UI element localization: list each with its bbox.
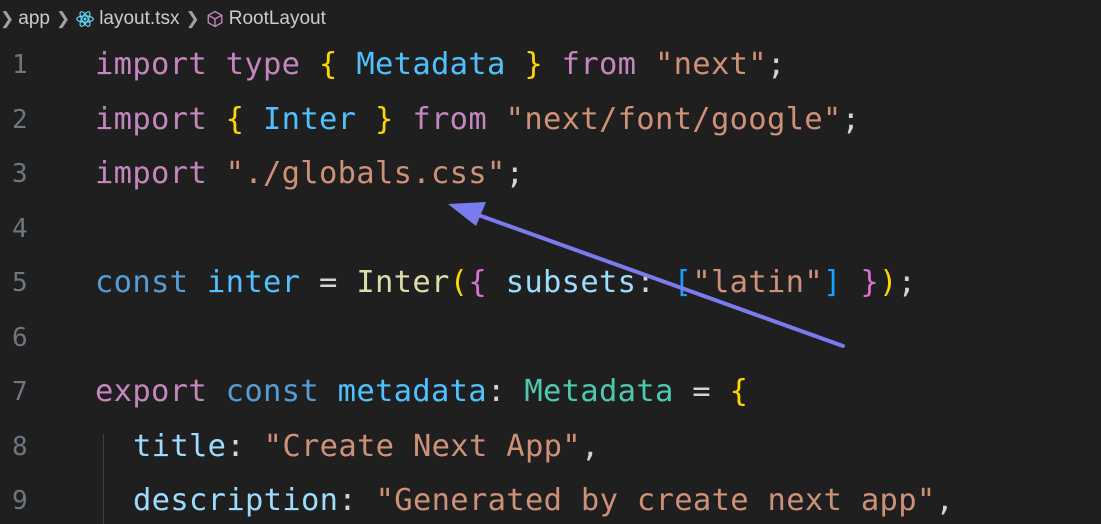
- token-paren: (: [449, 265, 469, 300]
- code-line[interactable]: 1 import type { Metadata } from "next";: [0, 38, 1101, 93]
- code-line[interactable]: 5 const inter = Inter({ subsets: ["latin…: [0, 256, 1101, 311]
- code-line[interactable]: 7 export const metadata: Metadata = {: [0, 365, 1101, 420]
- token-storage: const: [95, 265, 189, 300]
- token-storage: const: [225, 374, 319, 409]
- line-number: 3: [12, 159, 28, 189]
- token-punctuation: :: [486, 374, 506, 409]
- token-type: Metadata: [524, 374, 674, 409]
- token-string: "next/font/google": [505, 101, 842, 137]
- token-property: subsets: [505, 265, 637, 300]
- breadcrumb: ❯ app ❯ layout.tsx ❯ RootLayout: [0, 0, 1101, 38]
- breadcrumb-item-symbol[interactable]: RootLayout: [206, 8, 326, 30]
- line-number: 9: [12, 486, 28, 516]
- token-keyword: import: [95, 156, 207, 191]
- token-function: Inter: [356, 265, 450, 300]
- token-property: title: [133, 428, 227, 464]
- token-punctuation: ;: [897, 265, 917, 300]
- token-bracket: ]: [822, 265, 842, 300]
- chevron-right-icon: ❯: [185, 9, 200, 28]
- breadcrumb-item-app[interactable]: app: [18, 8, 50, 30]
- token-brace: {: [729, 374, 749, 409]
- token-punctuation: ;: [841, 101, 861, 137]
- token-brace: {: [318, 47, 338, 82]
- token-property: description: [133, 483, 339, 518]
- token-punctuation: ;: [766, 47, 786, 82]
- line-number: 4: [12, 213, 28, 244]
- token-punctuation: :: [338, 483, 357, 518]
- token-brace: }: [860, 265, 879, 300]
- indent-guide: [103, 434, 104, 524]
- symbol-method-icon: [206, 10, 224, 28]
- code-line[interactable]: 6: [0, 311, 1101, 366]
- breadcrumb-label: layout.tsx: [99, 8, 180, 29]
- line-number: 5: [12, 268, 28, 298]
- token-paren: ): [879, 265, 898, 300]
- token-identifier: metadata: [337, 374, 487, 409]
- token-string: "Create Next App": [263, 428, 581, 464]
- token-string: "latin": [692, 265, 823, 300]
- line-number: 1: [12, 50, 28, 80]
- token-brace: }: [524, 47, 543, 82]
- breadcrumb-label: app: [18, 8, 50, 29]
- token-string: "./globals.css": [225, 156, 506, 191]
- token-brace: }: [375, 101, 394, 137]
- code-line[interactable]: 4: [0, 202, 1101, 257]
- token-keyword: export: [95, 374, 207, 409]
- token-punctuation: ,: [580, 428, 600, 464]
- token-identifier: Inter: [263, 101, 357, 137]
- code-line[interactable]: 9 description: "Generated by create next…: [0, 474, 1101, 524]
- chevron-right-icon: ❯: [0, 9, 15, 28]
- chevron-right-icon: ❯: [55, 9, 71, 28]
- code-line[interactable]: 3 import "./globals.css";: [0, 147, 1101, 202]
- token-keyword: from: [561, 47, 637, 82]
- code-area[interactable]: 1 import type { Metadata } from "next"; …: [0, 38, 1101, 524]
- token-punctuation: ;: [505, 156, 525, 191]
- token-keyword: from: [412, 101, 487, 137]
- line-number: 2: [12, 104, 28, 135]
- token-punctuation: :: [226, 428, 245, 464]
- token-keyword: import: [95, 101, 207, 137]
- token-operator: =: [319, 265, 338, 300]
- token-bracket: [: [673, 265, 693, 300]
- line-number: 6: [12, 322, 28, 353]
- token-punctuation: ,: [935, 483, 955, 518]
- line-number: 7: [12, 377, 28, 407]
- react-icon: [76, 10, 95, 28]
- token-string: "next": [654, 47, 767, 82]
- token-keyword: import: [95, 47, 207, 82]
- line-number: 8: [12, 431, 28, 462]
- token-brace: {: [468, 265, 488, 300]
- token-identifier: Metadata: [356, 47, 506, 82]
- token-string: "Generated by create next app": [375, 483, 936, 518]
- code-line[interactable]: 2 import { Inter } from "next/font/googl…: [0, 93, 1101, 148]
- code-line[interactable]: 8 title: "Create Next App",: [0, 420, 1101, 475]
- token-identifier: inter: [207, 265, 301, 300]
- token-keyword: type: [225, 47, 301, 82]
- token-brace: {: [225, 101, 245, 137]
- breadcrumb-item-file[interactable]: layout.tsx: [76, 8, 179, 30]
- breadcrumb-label: RootLayout: [228, 8, 326, 29]
- token-operator: =: [692, 374, 711, 409]
- token-punctuation: :: [636, 265, 655, 300]
- code-editor[interactable]: ❯ app ❯ layout.tsx ❯ RootLayout 1 import…: [0, 0, 1101, 524]
